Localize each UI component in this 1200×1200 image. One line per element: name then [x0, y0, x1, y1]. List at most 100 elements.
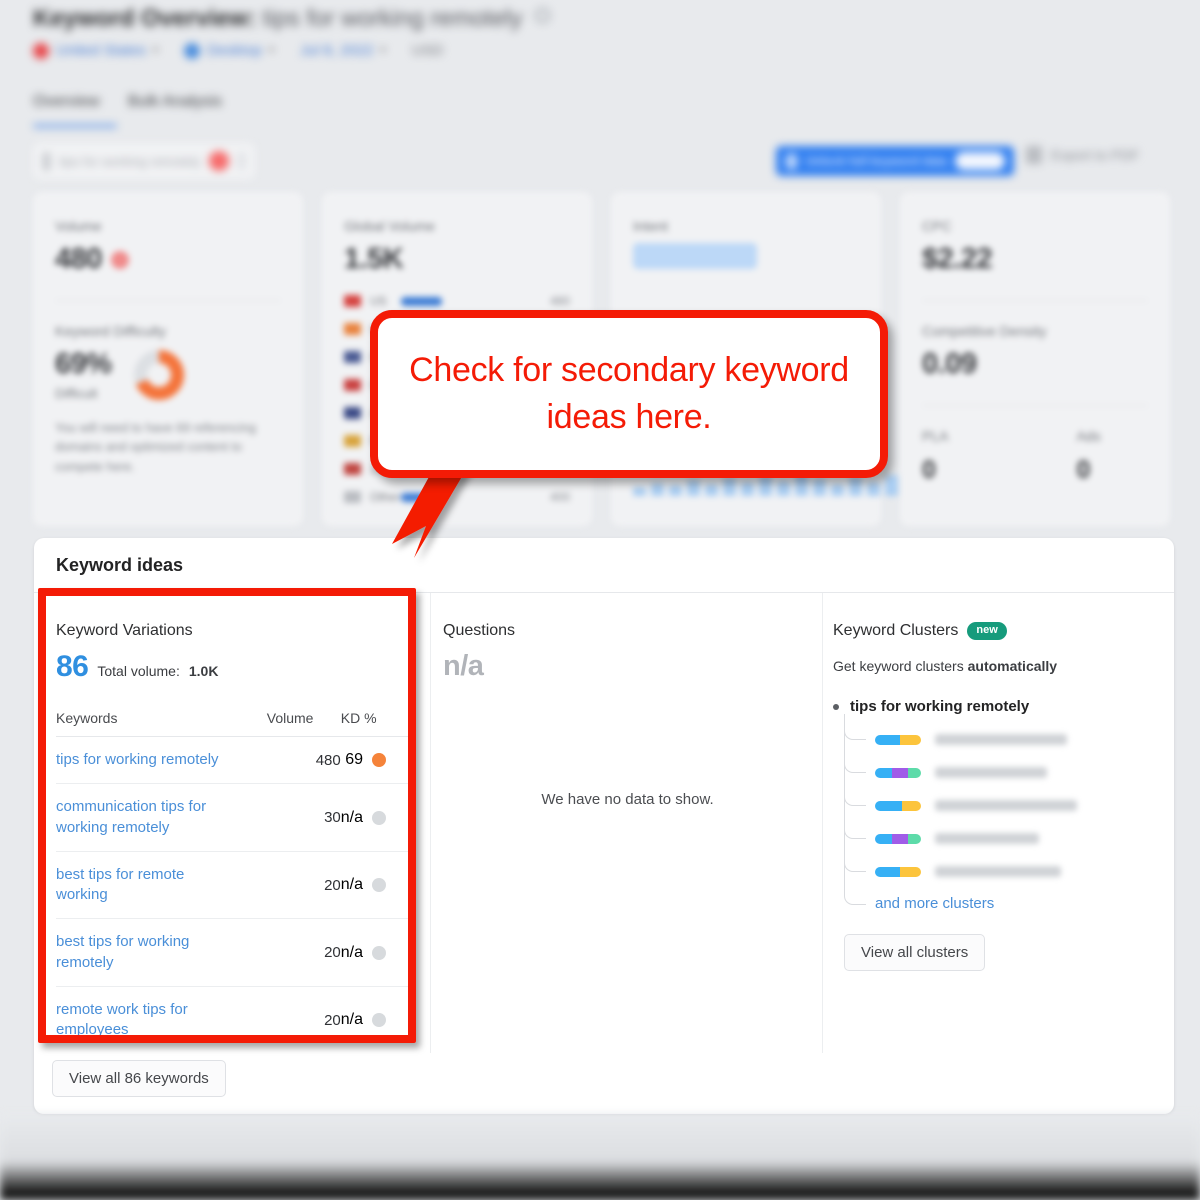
cluster-root-item: tips for working remotely — [833, 698, 1152, 715]
upgrade-chip — [955, 152, 1005, 170]
volume-cell: 30 — [266, 783, 341, 852]
tab-bulk-analysis[interactable]: Bulk Analysis — [128, 93, 222, 111]
cluster-intent-segment — [875, 866, 901, 877]
keyword-cell: best tips for remote working — [56, 851, 267, 920]
info-icon — [535, 8, 551, 23]
total-volume-label: Total volume: — [97, 663, 180, 679]
clusters-subtitle-plain: Get keyword clusters — [833, 658, 968, 674]
keyword-link[interactable]: communication tips for working remotely — [56, 797, 236, 838]
cluster-item[interactable] — [844, 747, 1152, 789]
total-volume-value: 1.0K — [188, 663, 219, 679]
keyword-variations-count: 86 — [56, 650, 89, 683]
cluster-intent-bar — [875, 833, 921, 844]
filter-country[interactable]: United States ▾ — [33, 42, 158, 59]
view-all-keywords-button[interactable]: View all 86 keywords — [52, 1060, 226, 1097]
close-icon[interactable] — [237, 152, 246, 170]
trend-icon — [110, 250, 129, 269]
cluster-intent-segment — [891, 767, 908, 778]
table-row: communication tips for working remotely 3… — [56, 783, 408, 852]
tree-elbow-icon — [844, 846, 866, 872]
keyword-link[interactable]: best tips for working remotely — [56, 932, 236, 973]
keyword-ideas-panel: Keyword ideas Keyword Variations 86 Tota… — [34, 538, 1174, 1114]
filter-date-label: Jul 8, 2022 — [300, 42, 374, 59]
volume-cell: 20 — [266, 918, 341, 987]
keyword-clusters-column: Keyword Clusters new Get keyword cluster… — [822, 593, 1174, 1054]
kd-cell: n/a — [340, 918, 408, 987]
table-row: tips for working remotely 480 69 — [56, 736, 408, 785]
questions-empty-message: We have no data to show. — [541, 791, 714, 808]
cluster-intent-segment — [900, 866, 921, 877]
sparkline-bar — [669, 485, 682, 496]
card-cpc-density: CPC $2.22 Competitive Density 0.09 PLA 0… — [900, 192, 1170, 526]
country-code: US — [370, 294, 387, 308]
cpc-value: $2.22 — [922, 243, 993, 275]
page-title-keyword: tips for working remotely — [262, 5, 523, 32]
cluster-item[interactable] — [844, 846, 1152, 888]
kd-cell: 69 — [340, 736, 408, 785]
view-all-clusters-button[interactable]: View all clusters — [844, 934, 986, 971]
filter-country-label: United States — [56, 42, 147, 59]
export-pdf-button[interactable]: Export to PDF — [1026, 146, 1139, 164]
cluster-label-blurred — [935, 800, 1077, 811]
sparkline-bar — [849, 477, 862, 496]
sparkline-bar — [885, 475, 898, 496]
kd-value: n/a — [340, 808, 363, 826]
table-row: best tips for working remotely 20 n/a — [56, 918, 408, 987]
cluster-item[interactable] — [844, 714, 1152, 756]
kd-note: You will need to have 69 referencing dom… — [55, 421, 257, 474]
chevron-down-icon: ▾ — [269, 45, 275, 56]
col-header-volume: Volume — [266, 710, 341, 737]
kd-indicator-icon — [372, 1013, 386, 1027]
search-input[interactable]: tips for working remotely — [33, 143, 255, 179]
filter-date[interactable]: Jul 8, 2022 ▾ — [300, 42, 385, 59]
keyword-link[interactable]: best tips for remote working — [56, 865, 236, 906]
cluster-intent-segment — [875, 800, 902, 811]
volume-bar — [401, 296, 442, 306]
and-more-clusters-link[interactable]: and more clusters — [875, 895, 994, 912]
cluster-intent-segment — [875, 833, 892, 844]
keyword-link[interactable]: tips for working remotely — [56, 750, 236, 770]
pla-block: PLA 0 — [922, 428, 948, 485]
keyword-variations-column: Keyword Variations 86 Total volume: 1.0K… — [34, 593, 430, 1053]
tree-elbow-icon — [844, 813, 866, 839]
cluster-intent-bar — [875, 800, 921, 811]
cluster-intent-bar — [875, 734, 921, 745]
kd-status: Difficult — [55, 386, 98, 401]
pla-value: 0 — [922, 456, 936, 484]
filter-device[interactable]: Desktop ▾ — [184, 42, 274, 59]
keyword-cell: communication tips for working remotely — [56, 783, 267, 852]
cluster-item[interactable] — [844, 813, 1152, 855]
keyword-variations-table: Keywords Volume KD % tips for working re… — [56, 710, 408, 1053]
filter-currency[interactable]: USD — [412, 42, 444, 59]
pla-label: PLA — [922, 428, 949, 444]
keyword-link[interactable]: remote work tips for employees — [56, 1000, 236, 1041]
flag-icon — [344, 323, 361, 335]
cluster-label-blurred — [935, 833, 1039, 844]
keyword-clusters-subtitle: Get keyword clusters automatically — [833, 658, 1152, 674]
kd-label: Keyword Difficulty — [55, 323, 167, 339]
kd-value: n/a — [340, 943, 363, 961]
cluster-label-blurred — [935, 767, 1047, 778]
tree-elbow-icon — [844, 714, 866, 740]
cluster-intent-segment — [900, 734, 921, 745]
tree-elbow-icon — [844, 780, 866, 806]
upgrade-cta-button[interactable]: Unlock full keyword data — [776, 146, 1014, 176]
ads-block: Ads 0 — [1076, 428, 1100, 485]
export-pdf-label: Export to PDF — [1051, 147, 1139, 163]
sparkline-bar — [831, 484, 844, 496]
sparkline-bar — [759, 476, 772, 496]
volume-cell: 20 — [324, 1011, 341, 1029]
cluster-root-label: tips for working remotely — [850, 698, 1030, 715]
global-volume-value: 1.5K — [344, 243, 404, 275]
page-title: Keyword Overview: tips for working remot… — [33, 5, 551, 33]
search-badge — [209, 151, 229, 171]
questions-column: Questions n/a We have no data to show. — [430, 593, 822, 1054]
volume-cell: 480 — [266, 736, 341, 785]
tab-overview[interactable]: Overview — [33, 93, 100, 111]
flag-icon — [33, 42, 49, 59]
sparkline-bar — [777, 481, 790, 496]
kd-indicator-icon — [372, 753, 386, 768]
lock-icon — [785, 152, 798, 170]
tab-active-indicator — [33, 124, 117, 128]
cluster-item[interactable] — [844, 780, 1152, 822]
